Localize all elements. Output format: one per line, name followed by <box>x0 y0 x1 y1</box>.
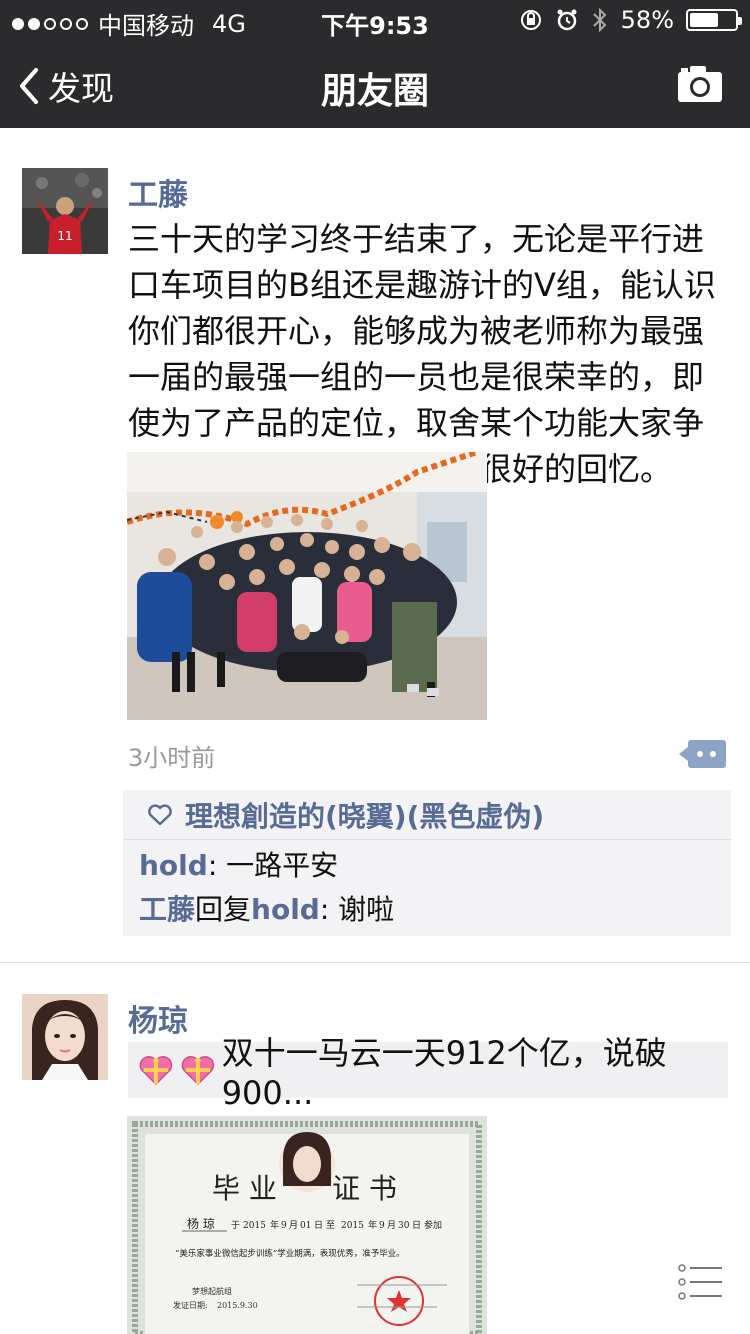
status-bar: 中国移动 4G 下午9:53 58% <box>0 0 750 40</box>
cert-text: 年 <box>368 1219 377 1231</box>
rotation-lock-icon <box>520 10 541 30</box>
comment-text: : 谢啦 <box>319 893 395 926</box>
certificate-name: 杨 琼 <box>187 1216 215 1231</box>
cert-from-day: 01 <box>300 1221 311 1231</box>
reply-label: 回复 <box>195 893 252 926</box>
author-name[interactable]: 杨琼 <box>128 996 188 1040</box>
cert-text: 月 <box>387 1220 396 1231</box>
page-title: 朋友圈 <box>320 71 429 112</box>
cert-from-month: 9 <box>281 1221 287 1231</box>
heart-icon <box>148 803 172 825</box>
gift-heart-icon <box>139 1056 173 1086</box>
author-name[interactable]: 工藤 <box>128 170 188 214</box>
cert-text: 年 <box>270 1219 279 1231</box>
gift-heart-icon <box>181 1056 215 1086</box>
post-text: 三十天的学习终于结束了，无论是平行进口车项目的B组还是趣游计的V组，能认识你们都… <box>128 220 716 488</box>
post-photo[interactable] <box>127 452 487 720</box>
avatar[interactable] <box>22 994 108 1080</box>
reply-to-user[interactable]: hold <box>251 893 320 926</box>
comment-item[interactable]: 工藤回复hold: 谢啦 <box>123 888 731 932</box>
cert-text: 月 <box>289 1220 298 1231</box>
certificate-title-right: 证 书 <box>332 1172 397 1205</box>
cert-group: 梦想起航组 <box>192 1286 232 1296</box>
battery-percent: 58% <box>620 6 674 34</box>
svg-text:11: 11 <box>57 229 72 243</box>
cert-text: 日 <box>314 1220 323 1231</box>
navigation-bar: 发现 朋友圈 <box>0 40 750 128</box>
likes-row: 理想創造的(晓翼)(黑色虚伪) <box>123 790 731 840</box>
comment-more-button[interactable] <box>679 740 726 768</box>
cert-issue-label: 发证日期: <box>173 1300 208 1310</box>
post-time: 3小时前 <box>128 744 216 772</box>
comment-text: : 一路平安 <box>207 849 339 882</box>
camera-icon[interactable] <box>676 64 724 104</box>
bluetooth-icon <box>592 7 607 33</box>
cert-line2: “美乐家事业微信起步训练”学业期满，表现优秀，准予毕业。 <box>175 1248 405 1259</box>
comment-box: 理想創造的(晓翼)(黑色虚伪) hold: 一路平安 工藤回复hold: 谢啦 <box>123 790 731 936</box>
post-divider <box>0 962 750 963</box>
comment-item[interactable]: hold: 一路平安 <box>123 844 731 888</box>
cert-from-year: 2015 <box>243 1221 266 1231</box>
cert-text: 日 <box>412 1220 421 1231</box>
cert-issue-date: 2015.9.30 <box>217 1301 258 1310</box>
cert-text: 至 <box>326 1220 335 1231</box>
cert-to-day: 30 <box>398 1221 410 1231</box>
cert-text: 于 <box>231 1220 240 1231</box>
likes-names[interactable]: 理想創造的(晓翼)(黑色虚伪) <box>185 795 544 835</box>
cert-to-year: 2015 <box>341 1221 364 1231</box>
avatar[interactable]: 11 <box>22 168 108 254</box>
comment-user[interactable]: hold <box>139 849 208 882</box>
battery-icon <box>686 9 742 31</box>
certificate-title-left: 毕 业 <box>212 1172 277 1205</box>
comment-user[interactable]: 工藤 <box>139 893 195 926</box>
list-menu-icon[interactable] <box>678 1262 724 1302</box>
cert-text: 参加 <box>424 1219 442 1231</box>
shared-link[interactable]: 双十一马云一天912个亿，说破900... <box>128 1034 728 1112</box>
certificate-photo[interactable]: 毕 业 证 书 杨 琼 于 2015 年 9 月 01 日 至 2015 年 9… <box>127 1116 487 1334</box>
alarm-icon <box>557 9 577 31</box>
cert-to-month: 9 <box>379 1221 385 1231</box>
shared-link-title: 双十一马云一天912个亿，说破900... <box>221 1034 667 1112</box>
